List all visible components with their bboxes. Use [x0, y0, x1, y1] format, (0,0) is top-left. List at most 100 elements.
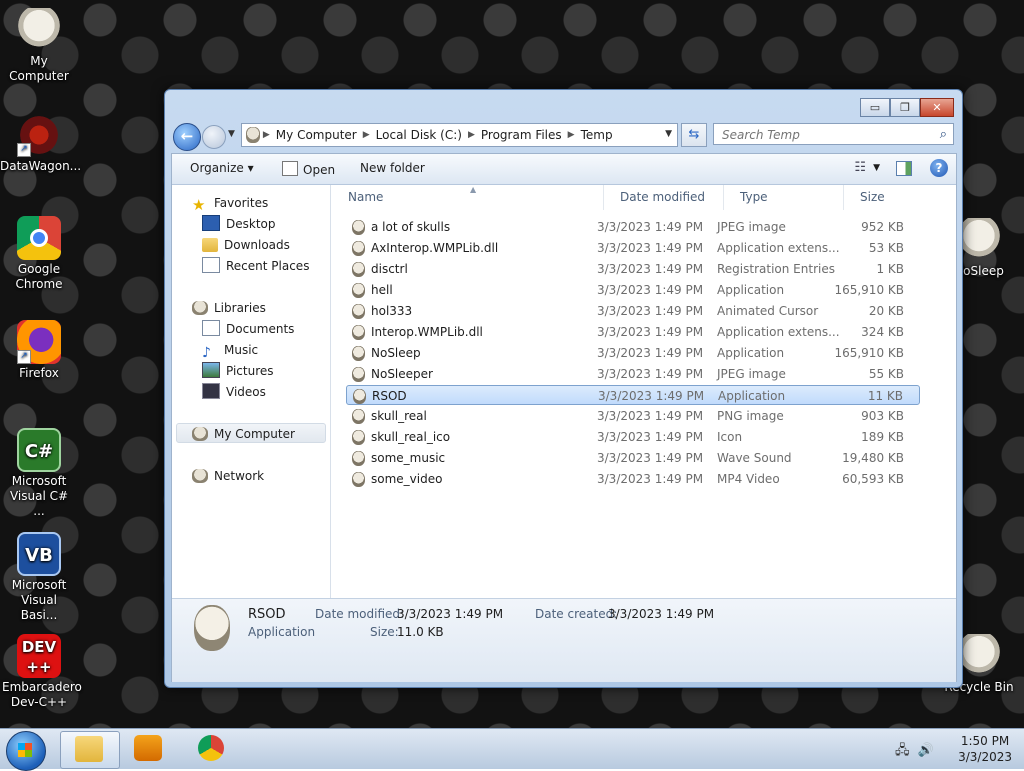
taskbar-media-player[interactable]	[120, 731, 178, 767]
desktop-icon-dev-cpp[interactable]: DEV ++ Embarcadero Dev-C++	[0, 634, 82, 710]
file-row[interactable]: AxInterop.WMPLib.dll 3/3/2023 1:49 PM Appl…	[346, 238, 920, 258]
details-pane: RSOD Application Date modified: 3/3/2023…	[172, 598, 956, 682]
help-icon[interactable]: ?	[930, 159, 948, 177]
nav-favorites[interactable]: ★ Favorites	[192, 193, 268, 213]
file-date-modified: 3/3/2023 1:49 PM	[597, 262, 704, 276]
nav-libraries[interactable]: Libraries	[192, 298, 266, 318]
new-folder-button[interactable]: New folder	[360, 161, 425, 175]
breadcrumb-program-files[interactable]: Program Files	[475, 128, 568, 142]
details-date-created-label: Date created:	[535, 607, 618, 621]
breadcrumb-temp[interactable]: Temp	[575, 128, 619, 142]
file-size: 903 KB	[861, 409, 904, 423]
nav-documents[interactable]: Documents	[202, 319, 294, 339]
file-row[interactable]: skull_real 3/3/2023 1:49 PM PNG image 903 K…	[346, 406, 920, 426]
breadcrumb-local-disk[interactable]: Local Disk (C:)	[370, 128, 468, 142]
file-date-modified: 3/3/2023 1:49 PM	[597, 451, 704, 465]
open-button[interactable]: Open	[282, 161, 335, 177]
desktop-icon-firefox[interactable]: ↗ Firefox	[0, 320, 78, 381]
file-row[interactable]: disctrl 3/3/2023 1:49 PM Registration Entr…	[346, 259, 920, 279]
nav-videos[interactable]: Videos	[202, 382, 266, 402]
taskbar-chrome[interactable]	[184, 731, 242, 767]
file-row[interactable]: hol333 3/3/2023 1:49 PM Animated Cursor 20 …	[346, 301, 920, 321]
details-date-modified-label: Date modified:	[315, 607, 405, 621]
file-skull-icon	[352, 472, 365, 487]
recent-places-icon	[202, 257, 220, 273]
maximize-button[interactable]: ❐	[890, 98, 920, 117]
taskbar-explorer[interactable]	[60, 731, 120, 769]
vb-icon: VB	[17, 532, 61, 576]
file-row[interactable]: some_music 3/3/2023 1:49 PM Wave Sound 19,4…	[346, 448, 920, 468]
network-icon[interactable]: 🖧	[895, 743, 910, 758]
file-size: 11 KB	[867, 389, 903, 403]
file-skull-icon	[352, 346, 365, 361]
close-button[interactable]: ✕	[920, 98, 954, 117]
column-header-size[interactable]: Size	[844, 185, 924, 210]
chevron-right-icon[interactable]: ▶	[568, 130, 575, 140]
file-size: 53 KB	[868, 241, 904, 255]
file-skull-icon	[352, 367, 365, 382]
chrome-icon	[198, 735, 224, 761]
view-dropdown-icon[interactable]: ▼	[873, 163, 880, 173]
file-date-modified: 3/3/2023 1:49 PM	[597, 346, 704, 360]
details-date-created: 3/3/2023 1:49 PM	[608, 607, 715, 621]
desktop-icon-google-chrome[interactable]: Google Chrome	[0, 216, 78, 292]
nav-music[interactable]: ♪ Music	[202, 340, 258, 360]
file-row[interactable]: RSOD 3/3/2023 1:49 PM Application 11 KB	[346, 385, 920, 405]
nav-downloads[interactable]: Downloads	[202, 235, 290, 255]
file-row[interactable]: some_video 3/3/2023 1:49 PM MP4 Video 60,59…	[346, 469, 920, 489]
volume-icon[interactable]: 🔊	[918, 743, 934, 758]
file-size: 19,480 KB	[842, 451, 904, 465]
nav-desktop[interactable]: Desktop	[202, 214, 276, 234]
documents-icon	[202, 320, 220, 336]
file-size: 165,910 KB	[834, 346, 904, 360]
desktop-icon-my-computer[interactable]: My Computer	[0, 8, 78, 84]
taskbar-clock[interactable]: 1:50 PM 3/3/2023	[958, 733, 1012, 765]
back-button[interactable]: ←	[173, 123, 201, 151]
nav-pictures[interactable]: Pictures	[202, 361, 274, 381]
file-row[interactable]: a lot of skulls 3/3/2023 1:49 PM JPEG imag…	[346, 217, 920, 237]
file-name: some_music	[371, 451, 446, 465]
address-bar[interactable]: ▶ My Computer ▶ Local Disk (C:) ▶ Progra…	[241, 123, 678, 147]
file-name: disctrl	[371, 262, 408, 276]
column-header-date[interactable]: Date modified	[604, 185, 724, 210]
file-name: hol333	[371, 304, 413, 318]
desktop-icon-visual-basic[interactable]: VB Microsoft Visual Basi...	[0, 532, 78, 623]
minimize-button[interactable]: ▭	[860, 98, 890, 117]
search-box[interactable]: ⌕	[713, 123, 954, 145]
details-size-label: Size:	[370, 625, 399, 639]
desktop-icon-datawagon[interactable]: ↗ DataWagon...	[0, 113, 81, 174]
search-input[interactable]	[720, 125, 924, 145]
nav-my-computer[interactable]: My Computer	[176, 423, 326, 443]
start-button[interactable]	[6, 731, 46, 771]
organize-button[interactable]: Organize ▾	[190, 161, 254, 175]
details-size: 11.0 KB	[397, 625, 444, 639]
chevron-right-icon[interactable]: ▶	[363, 130, 370, 140]
folder-icon	[202, 238, 218, 252]
nav-recent-places[interactable]: Recent Places	[202, 256, 309, 276]
file-name: NoSleeper	[371, 367, 433, 381]
file-row[interactable]: Interop.WMPLib.dll 3/3/2023 1:49 PM Applic…	[346, 322, 920, 342]
file-row[interactable]: NoSleeper 3/3/2023 1:49 PM JPEG image 55 KB	[346, 364, 920, 384]
details-date-modified: 3/3/2023 1:49 PM	[397, 607, 504, 621]
refresh-button[interactable]: ⇆	[681, 123, 707, 147]
explorer-window: ▭ ❐ ✕ ← ▼ ▶ My Computer ▶ Local Disk (C:…	[164, 89, 963, 688]
view-options-icon[interactable]: ☷	[854, 160, 866, 175]
search-icon[interactable]: ⌕	[940, 127, 947, 142]
history-dropdown-icon[interactable]: ▼	[228, 129, 235, 139]
breadcrumb-my-computer[interactable]: My Computer	[270, 128, 363, 142]
address-dropdown-icon[interactable]: ▼	[665, 129, 672, 139]
file-name: Interop.WMPLib.dll	[371, 325, 483, 339]
file-row[interactable]: hell 3/3/2023 1:49 PM Application 165,910 K…	[346, 280, 920, 300]
column-header-type[interactable]: Type	[724, 185, 844, 210]
column-header-name[interactable]: Name ▲	[332, 185, 604, 210]
file-date-modified: 3/3/2023 1:49 PM	[597, 472, 704, 486]
forward-button[interactable]	[202, 125, 226, 149]
nav-network[interactable]: Network	[192, 466, 264, 486]
chevron-right-icon[interactable]: ▶	[468, 130, 475, 140]
open-icon	[282, 161, 298, 176]
preview-pane-icon[interactable]	[896, 161, 912, 176]
desktop-icon-visual-csharp[interactable]: C# Microsoft Visual C# ...	[0, 428, 78, 519]
file-row[interactable]: skull_real_ico 3/3/2023 1:49 PM Icon 189 KB	[346, 427, 920, 447]
file-row[interactable]: NoSleep 3/3/2023 1:49 PM Application 165,91…	[346, 343, 920, 363]
file-type: MP4 Video	[717, 472, 780, 486]
